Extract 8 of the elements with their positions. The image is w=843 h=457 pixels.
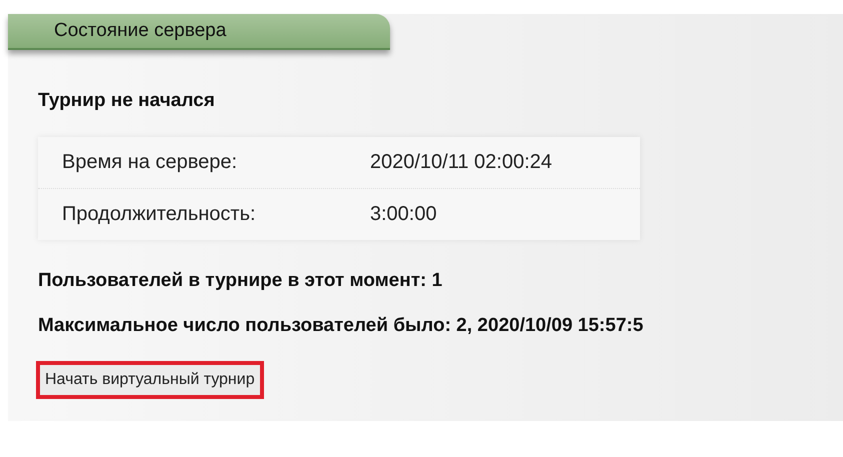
users-max-text: Максимальное число пользователей было: 2, 2020/10/09 15:57:5 <box>38 315 644 337</box>
info-label: Время на сервере: <box>61 151 238 174</box>
start-tournament-button[interactable]: Начать виртуальный турнир <box>36 361 264 399</box>
info-label: Продолжительность: <box>61 203 257 226</box>
users-now-text: Пользователей в турнире в этот момент: 1 <box>38 270 444 292</box>
tournament-status: Турнир не начался <box>38 90 216 113</box>
info-value: 3:00:00 <box>370 203 437 226</box>
info-value: 2020/10/11 02:00:24 <box>370 151 552 174</box>
